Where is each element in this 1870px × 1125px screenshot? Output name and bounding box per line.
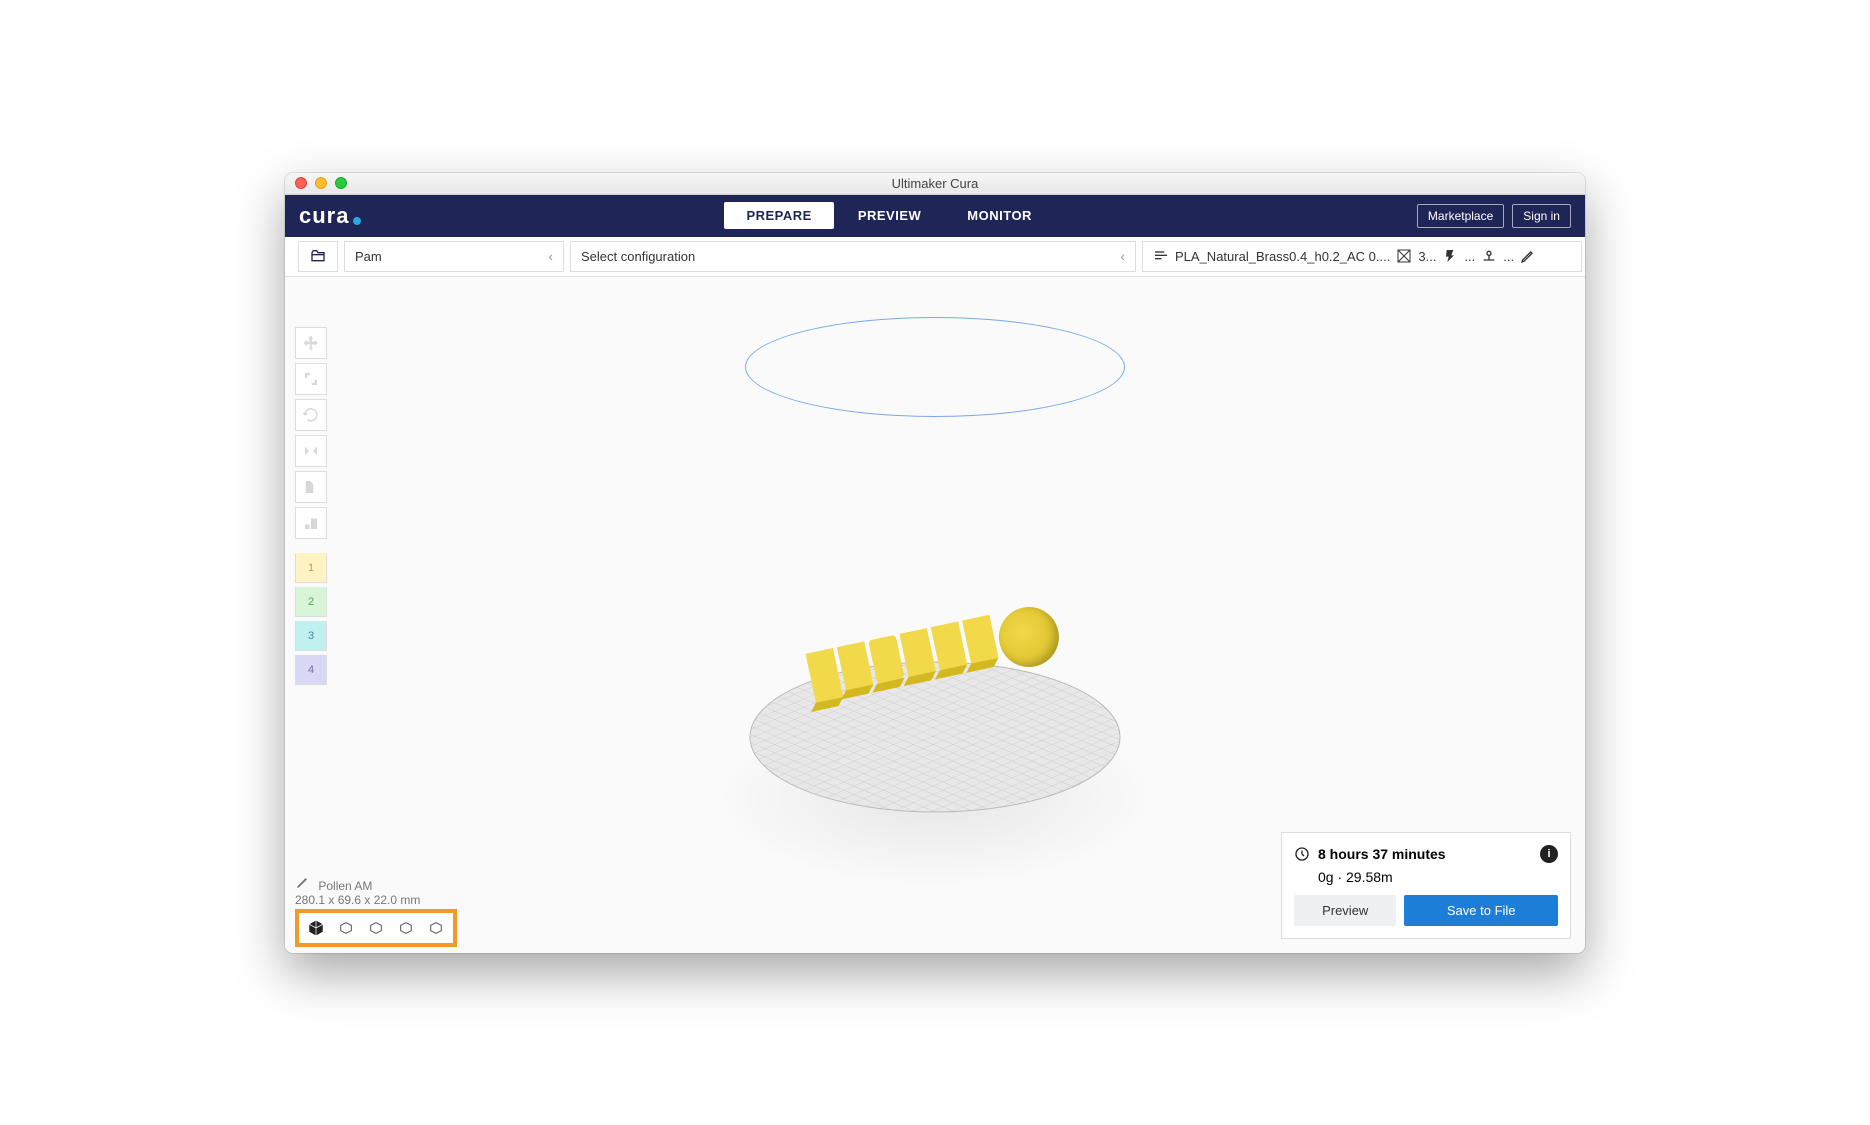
object-info: Pollen AM 280.1 x 69.6 x 22.0 mm — [295, 874, 420, 907]
printer-name: Pam — [355, 249, 382, 264]
app-window: Ultimaker Cura cura PREPARE PREVIEW MONI… — [285, 173, 1585, 953]
support-icon — [1442, 248, 1458, 264]
view-left-button[interactable] — [395, 917, 417, 939]
pencil-icon — [295, 874, 311, 890]
mirror-tool[interactable] — [295, 435, 327, 467]
marketplace-button[interactable]: Marketplace — [1417, 204, 1504, 228]
extruder-4-button[interactable]: 4 — [295, 655, 327, 685]
slice-result-panel: 8 hours 37 minutes i 0g · 29.58m Preview… — [1281, 832, 1571, 939]
adhesion-icon — [1481, 248, 1497, 264]
config-toolbar: Pam ‹ Select configuration ‹ PLA_Natural… — [285, 237, 1585, 277]
print-time: 8 hours 37 minutes — [1318, 846, 1446, 862]
object-name[interactable]: Pollen AM — [318, 879, 372, 893]
rotate-tool[interactable] — [295, 399, 327, 431]
preview-button[interactable]: Preview — [1294, 895, 1396, 926]
material-usage: 0g · 29.58m — [1318, 869, 1393, 885]
camera-views — [295, 909, 457, 947]
stage-tabs: PREPARE PREVIEW MONITOR — [724, 202, 1054, 229]
app-logo: cura — [299, 203, 361, 229]
titlebar: Ultimaker Cura — [285, 173, 1585, 195]
open-file-button[interactable] — [298, 241, 338, 272]
clock-icon — [1294, 846, 1310, 862]
support-blocker-tool[interactable] — [295, 507, 327, 539]
build-volume-top-ring — [745, 317, 1125, 417]
config-label: Select configuration — [581, 249, 695, 264]
profile-name: PLA_Natural_Brass0.4_h0.2_AC 0.... — [1175, 249, 1390, 264]
tab-prepare[interactable]: PREPARE — [724, 202, 833, 229]
filament-icon — [1294, 869, 1310, 885]
mesh-settings-tool[interactable] — [295, 471, 327, 503]
view-right-button[interactable] — [425, 917, 447, 939]
main-navbar: cura PREPARE PREVIEW MONITOR Marketplace… — [285, 195, 1585, 237]
print-settings-panel[interactable]: PLA_Natural_Brass0.4_h0.2_AC 0.... 3... … — [1142, 241, 1582, 272]
layers-icon — [1153, 248, 1169, 264]
tab-preview[interactable]: PREVIEW — [836, 202, 943, 229]
logo-dot-icon — [353, 217, 361, 225]
chevron-left-icon: ‹ — [1120, 248, 1125, 264]
extruder-1-button[interactable]: 1 — [295, 553, 327, 583]
infill-icon — [1396, 248, 1412, 264]
scale-tool[interactable] — [295, 363, 327, 395]
transform-tools: 1 2 3 4 — [295, 327, 331, 689]
view-top-button[interactable] — [365, 917, 387, 939]
save-to-file-button[interactable]: Save to File — [1404, 895, 1558, 926]
viewport[interactable]: 1 2 3 4 Pollen AM 280.1 x 69.6 x 22.0 mm… — [285, 277, 1585, 953]
signin-button[interactable]: Sign in — [1512, 204, 1571, 228]
window-title: Ultimaker Cura — [285, 176, 1585, 191]
tab-monitor[interactable]: MONITOR — [945, 202, 1054, 229]
folder-open-icon — [310, 248, 326, 264]
object-dimensions: 280.1 x 69.6 x 22.0 mm — [295, 893, 420, 907]
extruder-3-button[interactable]: 3 — [295, 621, 327, 651]
printer-selector[interactable]: Pam ‹ — [344, 241, 564, 272]
view-3d-button[interactable] — [305, 917, 327, 939]
chevron-left-icon: ‹ — [548, 248, 553, 264]
info-icon[interactable]: i — [1540, 845, 1558, 863]
configuration-selector[interactable]: Select configuration ‹ — [570, 241, 1136, 272]
view-front-button[interactable] — [335, 917, 357, 939]
infill-value: 3... — [1418, 249, 1436, 264]
extruder-2-button[interactable]: 2 — [295, 587, 327, 617]
move-tool[interactable] — [295, 327, 327, 359]
pencil-icon — [1520, 248, 1536, 264]
